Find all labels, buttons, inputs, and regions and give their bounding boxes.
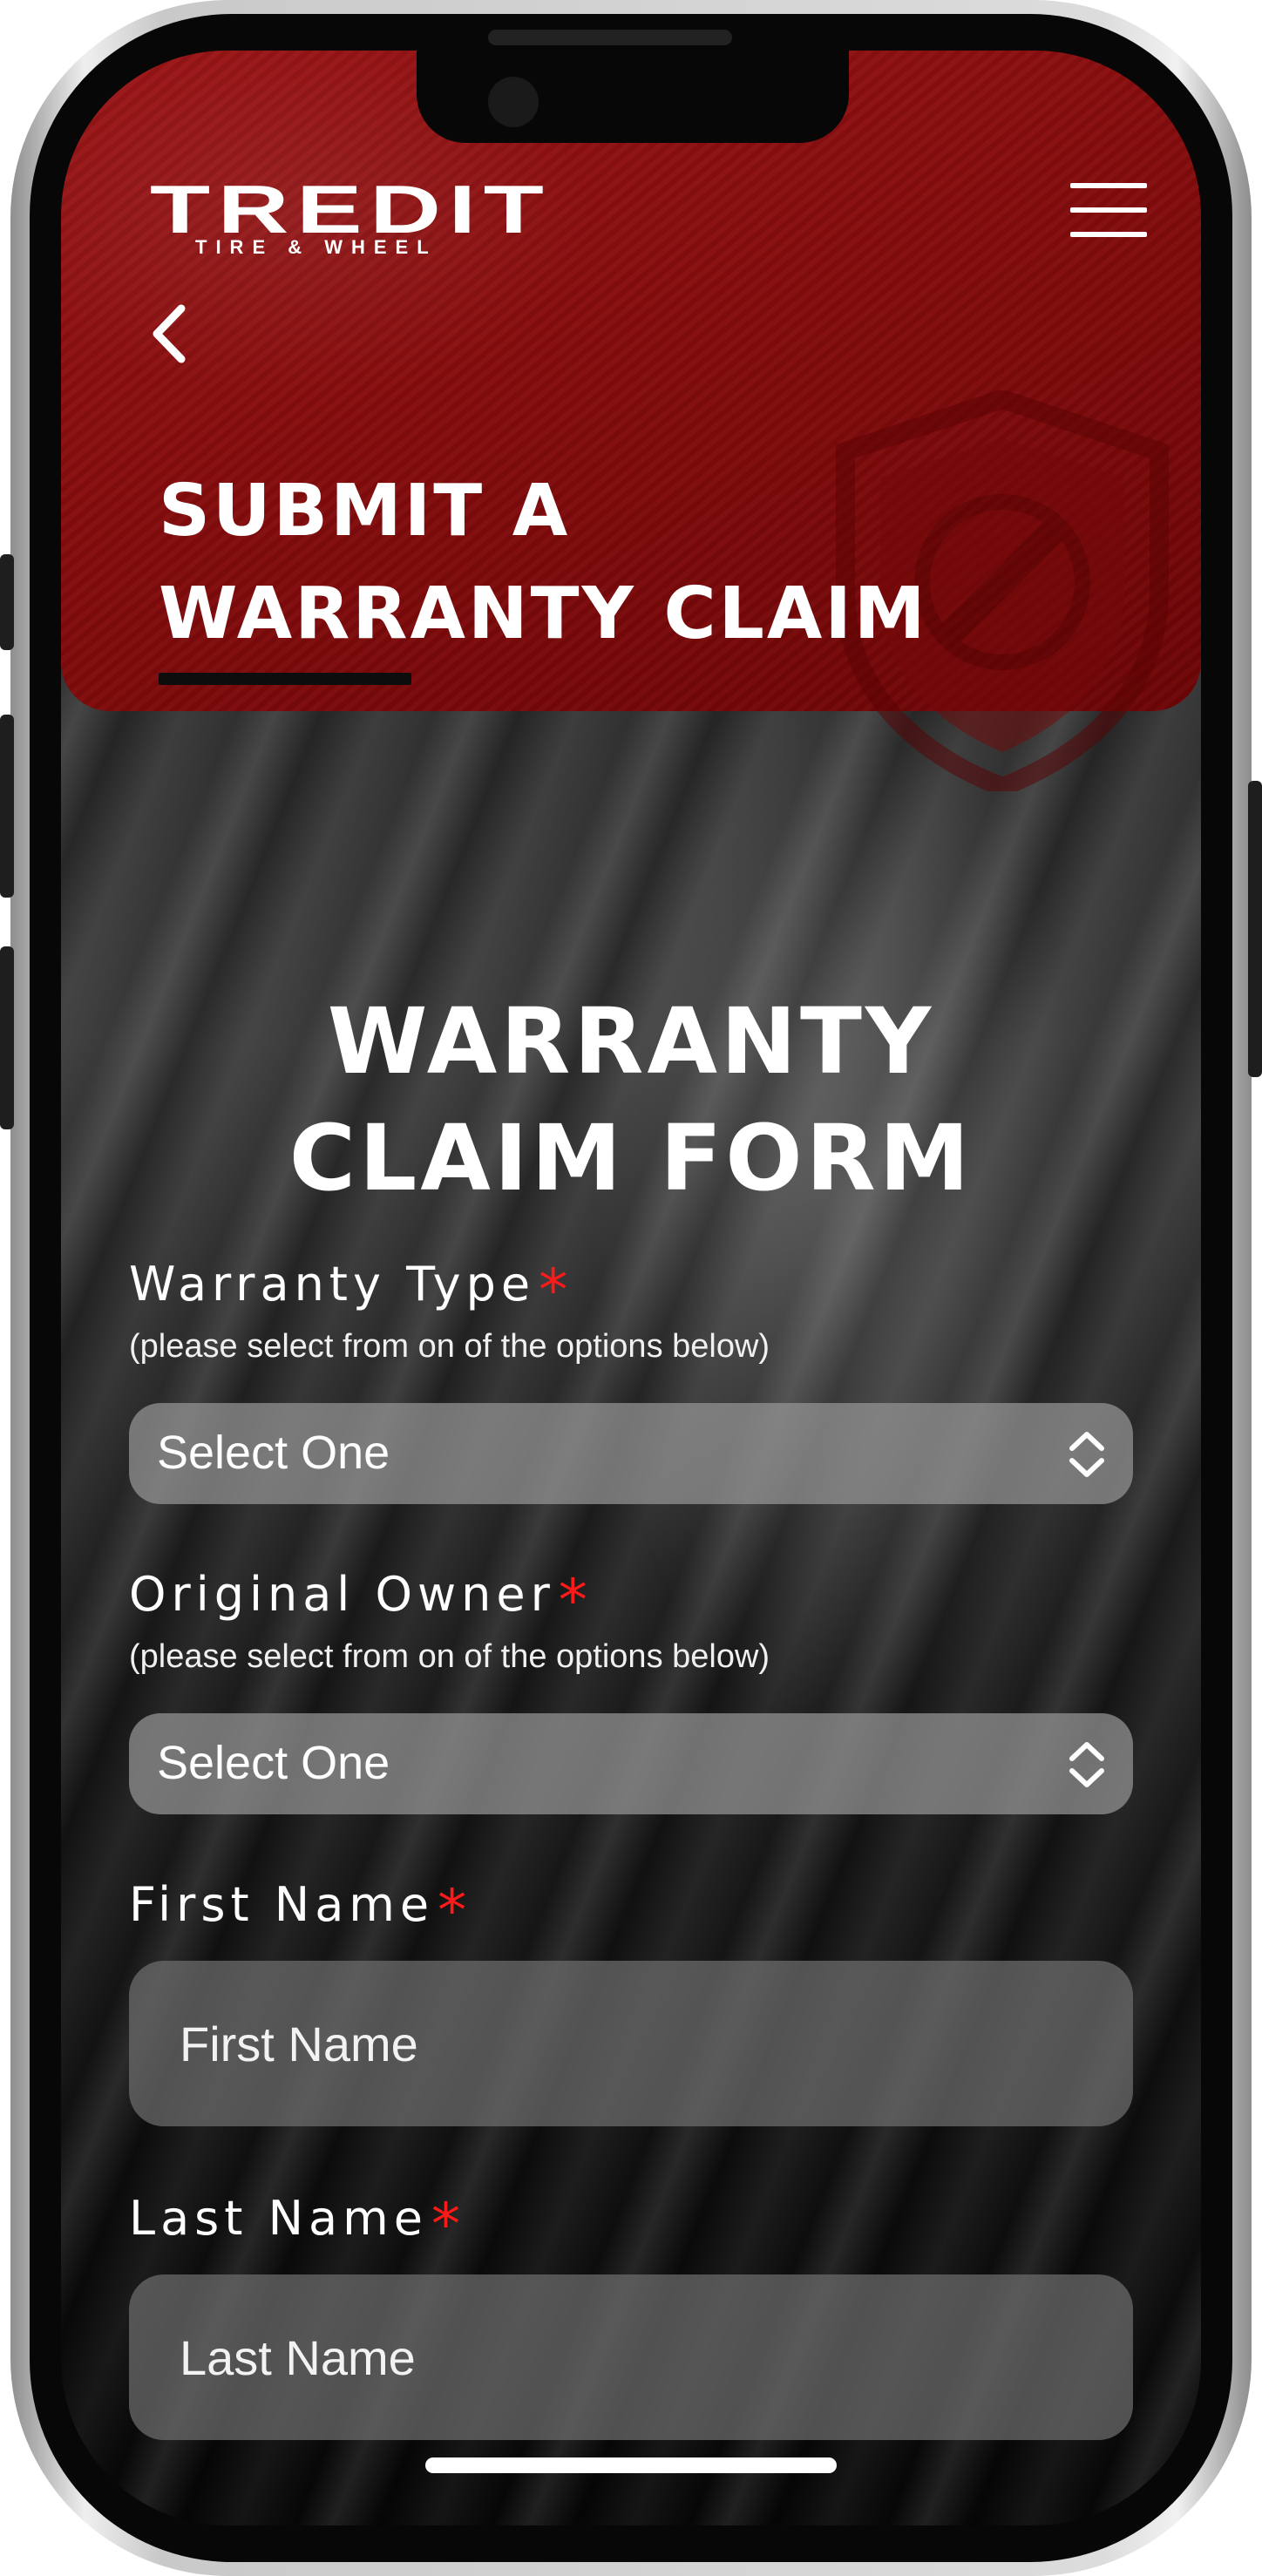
home-indicator[interactable]: [425, 2457, 837, 2473]
warranty-type-select[interactable]: Select One: [129, 1403, 1133, 1504]
volume-down-button: [0, 946, 14, 1129]
original-owner-select[interactable]: Select One: [129, 1713, 1133, 1814]
phone-notch: [417, 51, 849, 143]
first-name-label: First Name*: [129, 1877, 466, 1944]
page-title-line2: WARRANTY CLAIM: [159, 573, 928, 655]
last-name-input[interactable]: [129, 2274, 1133, 2440]
mute-switch: [0, 554, 14, 650]
phone-screen: TREDIT TIRE & WHEEL SUBMIT A WARRANTY CL…: [61, 51, 1201, 2525]
required-marker: *: [431, 2191, 460, 2258]
required-marker: *: [558, 1567, 587, 1634]
form-title-line2: CLAIM FORM: [288, 1105, 974, 1211]
last-name-label-text: Last Name: [129, 2191, 428, 2246]
page-title-line1: SUBMIT A: [159, 470, 571, 552]
original-owner-hint: (please select from on of the options be…: [129, 1638, 770, 1675]
warranty-type-hint: (please select from on of the options be…: [129, 1328, 770, 1365]
warranty-type-value: Select One: [157, 1427, 390, 1479]
form-title-line1: WARRANTY: [327, 988, 935, 1095]
first-name-input[interactable]: [129, 1961, 1133, 2126]
up-down-chevron-icon: [1069, 1432, 1104, 1477]
form-title: WARRANTY CLAIM FORM: [61, 983, 1201, 1217]
title-underline: [159, 673, 411, 685]
required-marker: *: [539, 1257, 568, 1324]
original-owner-label: Original Owner*: [129, 1567, 587, 1634]
first-name-label-text: First Name: [129, 1877, 435, 1932]
earpiece-speaker: [488, 30, 732, 45]
brand-name: TREDIT: [150, 171, 552, 247]
brand-logo[interactable]: TREDIT TIRE & WHEEL: [150, 175, 544, 258]
hamburger-menu-icon[interactable]: [1070, 183, 1147, 237]
original-owner-label-text: Original Owner: [129, 1567, 555, 1622]
warranty-type-label-text: Warranty Type: [129, 1257, 536, 1312]
warranty-type-label: Warranty Type*: [129, 1257, 567, 1324]
chevron-left-icon[interactable]: [148, 303, 192, 364]
front-camera: [488, 77, 539, 127]
up-down-chevron-icon: [1069, 1742, 1104, 1787]
page-header: TREDIT TIRE & WHEEL SUBMIT A WARRANTY CL…: [61, 51, 1201, 791]
last-name-label: Last Name*: [129, 2191, 460, 2258]
original-owner-value: Select One: [157, 1737, 390, 1789]
power-button: [1248, 781, 1262, 1077]
page-title: SUBMIT A WARRANTY CLAIM: [159, 460, 1117, 666]
required-marker: *: [438, 1877, 467, 1944]
volume-up-button: [0, 715, 14, 898]
